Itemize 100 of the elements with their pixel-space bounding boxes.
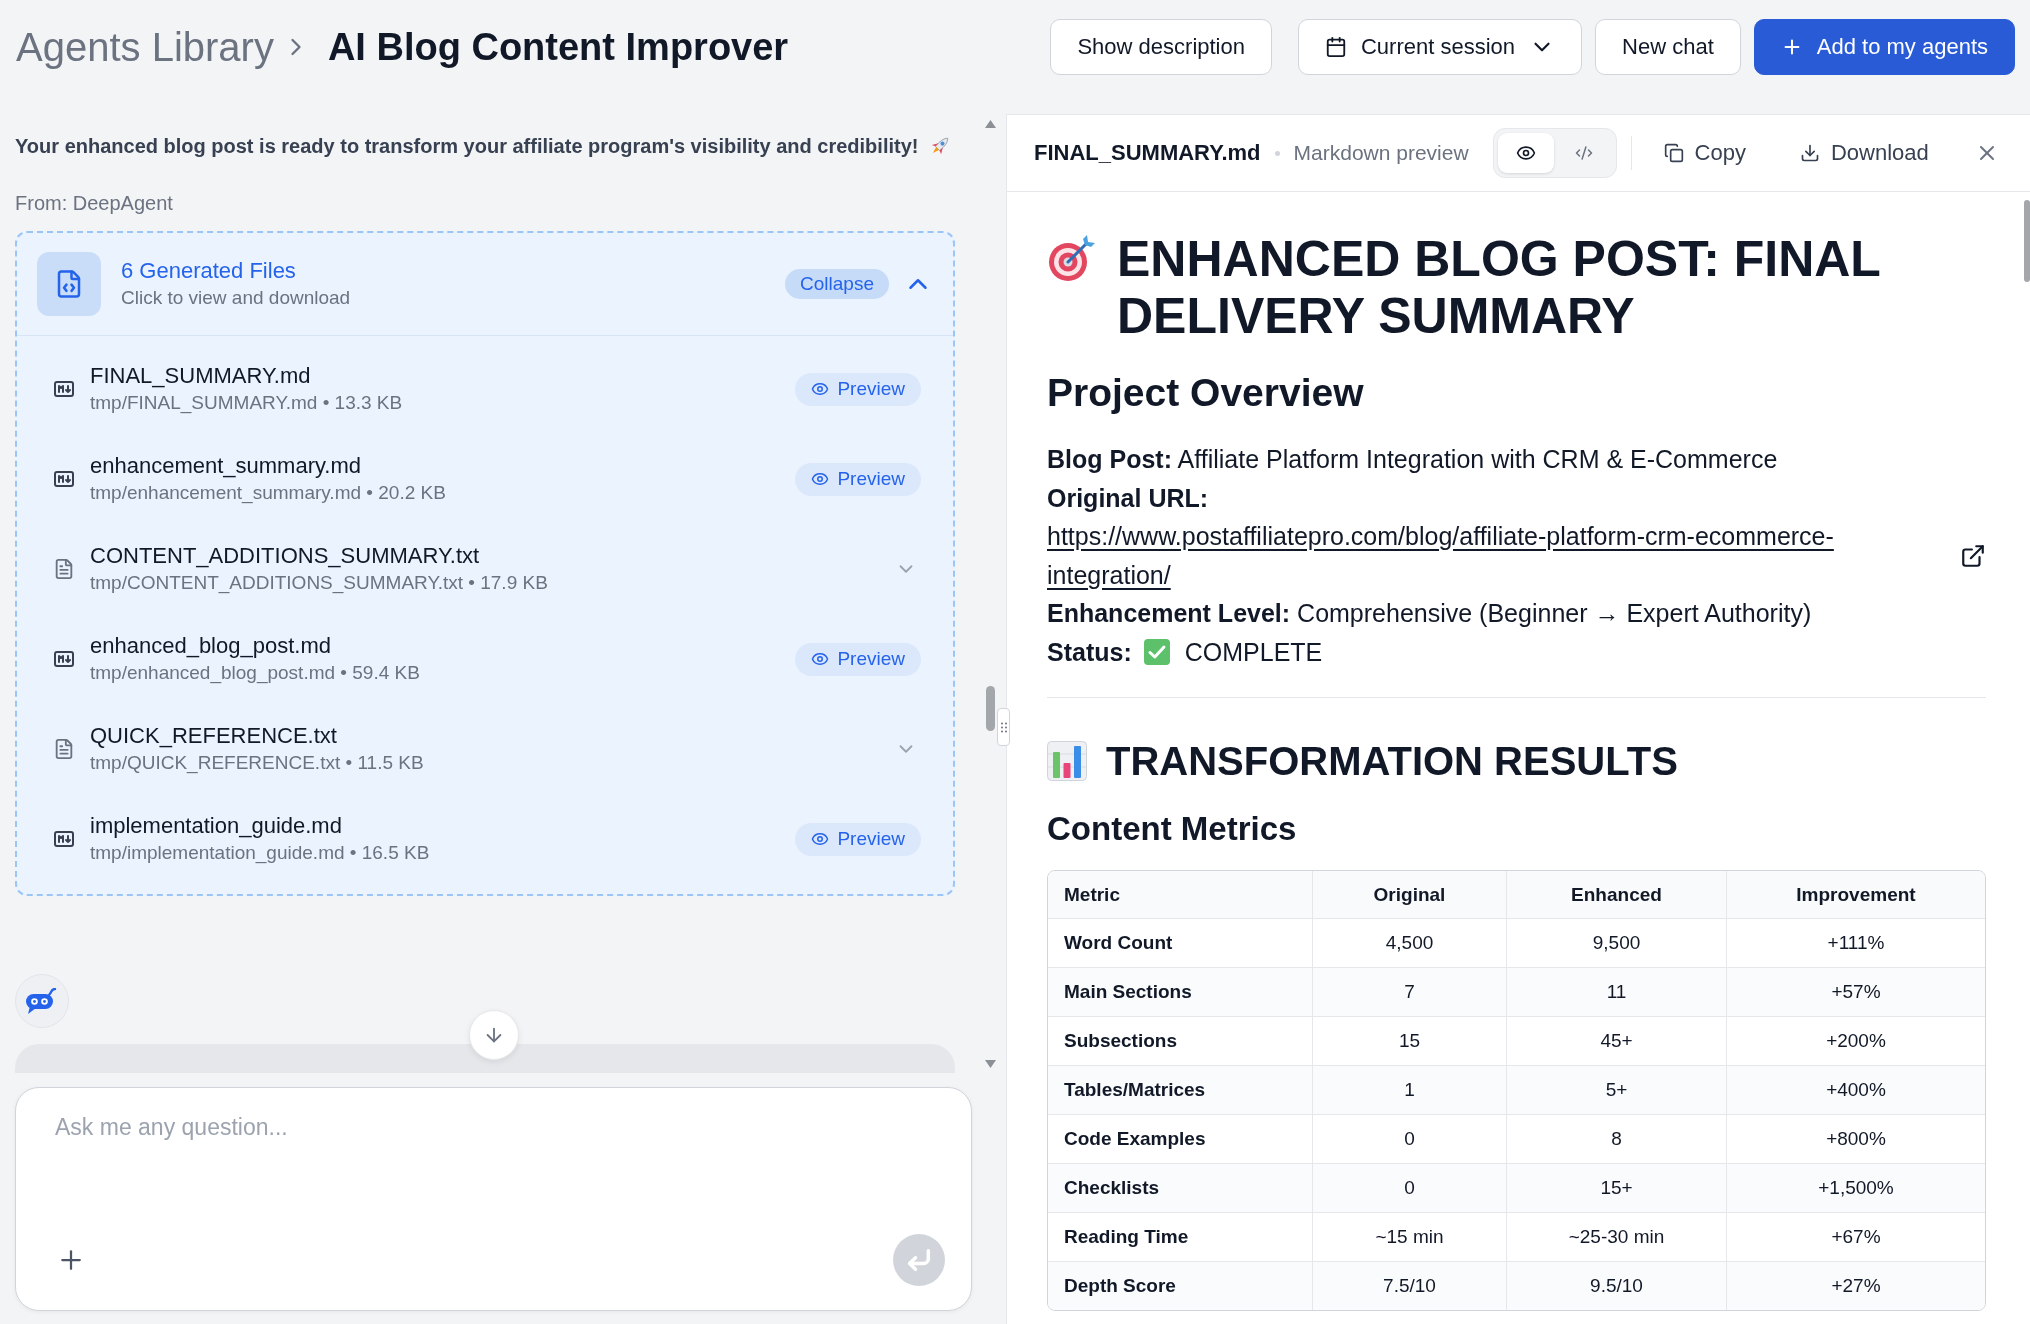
- document-icon: [53, 558, 75, 580]
- file-path: tmp/CONTENT_ADDITIONS_SUMMARY.txt • 17.9 KB: [90, 571, 548, 596]
- download-button[interactable]: Download: [1789, 131, 1939, 175]
- page-title: AI Blog Content Improver: [327, 25, 789, 69]
- preview-button[interactable]: Preview: [795, 462, 921, 496]
- table-cell: +67%: [1726, 1212, 1985, 1261]
- column-header: Enhanced: [1506, 871, 1726, 918]
- table-cell: Tables/Matrices: [1048, 1065, 1312, 1114]
- table-cell: 0: [1312, 1114, 1506, 1163]
- table-cell: 4,500: [1312, 918, 1506, 967]
- table-cell: 8: [1506, 1114, 1726, 1163]
- file-path: tmp/QUICK_REFERENCE.txt • 11.5 KB: [90, 751, 424, 776]
- file-path: tmp/enhanced_blog_post.md • 59.4 KB: [90, 661, 420, 686]
- table-cell: +800%: [1726, 1114, 1985, 1163]
- preview-mode-label: Markdown preview: [1293, 141, 1469, 165]
- eye-icon: [1515, 143, 1536, 163]
- table-cell: 15+: [1506, 1163, 1726, 1212]
- scroll-down-arrow-icon[interactable]: [985, 1060, 996, 1068]
- grip-icon: [1000, 721, 1007, 733]
- eye-icon: [811, 470, 830, 488]
- field-text: Blog Post: Affiliate Platform Integration with CRM & E-Commerce: [1047, 444, 1778, 475]
- message-input-field[interactable]: Ask me any question...: [55, 1111, 945, 1234]
- chat-bot-icon: [15, 974, 69, 1028]
- sender-label: From: DeepAgent: [15, 191, 173, 216]
- files-card-title: 6 Generated Files: [121, 257, 296, 285]
- file-path: tmp/FINAL_SUMMARY.md • 13.3 KB: [90, 391, 403, 416]
- scroll-down-button[interactable]: [469, 1010, 519, 1060]
- table-cell: +1,500%: [1726, 1163, 1985, 1212]
- chat-composer[interactable]: Ask me any question...: [15, 1087, 972, 1311]
- table-cell: ~15 min: [1312, 1212, 1506, 1261]
- table-cell: 1: [1312, 1065, 1506, 1114]
- eye-icon: [811, 650, 830, 668]
- table-cell: 45+: [1506, 1016, 1726, 1065]
- file-path: tmp/implementation_guide.md • 16.5 KB: [90, 841, 430, 866]
- table-cell: +111%: [1726, 918, 1985, 967]
- table-cell: 9,500: [1506, 918, 1726, 967]
- file-name: CONTENT_ADDITIONS_SUMMARY.txt: [90, 542, 480, 570]
- document-title: ENHANCED BLOG POST: FINAL DELIVERY SUMMARY: [1117, 231, 1881, 345]
- file-name: implementation_guide.md: [90, 812, 342, 840]
- file-name: enhancement_summary.md: [90, 452, 362, 480]
- scroll-up-arrow-icon[interactable]: [985, 120, 996, 128]
- url-link[interactable]: https://www.postaffiliatepro.com/blog/affiliate-platform-crm-ecommerce-integration/: [1047, 517, 1948, 594]
- collapse-button[interactable]: Collapse: [785, 269, 889, 299]
- session-dropdown[interactable]: Current session: [1298, 19, 1583, 75]
- status-value: COMPLETE: [1184, 636, 1323, 668]
- column-header: Original: [1312, 871, 1506, 918]
- eye-icon: [811, 830, 830, 848]
- add-agent-button[interactable]: Add to my agents: [1753, 19, 2015, 75]
- field-label: Status:: [1047, 636, 1132, 668]
- preview-button[interactable]: Preview: [795, 822, 921, 856]
- external-link-icon[interactable]: [1960, 542, 1986, 569]
- copy-button[interactable]: Copy: [1653, 131, 1756, 175]
- file-name: enhanced_blog_post.md: [90, 632, 331, 660]
- header-button[interactable]: New chat: [1595, 19, 1741, 75]
- download-icon: [1799, 143, 1820, 163]
- table-cell: +400%: [1726, 1065, 1985, 1114]
- separator-dot-icon: [1274, 150, 1280, 156]
- resize-handle[interactable]: [997, 708, 1010, 746]
- preview-view-tab[interactable]: [1497, 133, 1554, 173]
- table-cell: ~25-30 min: [1506, 1212, 1726, 1261]
- table-cell: 11: [1506, 967, 1726, 1016]
- copy-icon: [1663, 143, 1684, 163]
- file-name: FINAL_SUMMARY.md: [90, 362, 311, 390]
- message-text: Your enhanced blog post is ready to transform your affiliate program's visibility and credibility!: [15, 134, 919, 159]
- table-cell: Checklists: [1048, 1163, 1312, 1212]
- file-path: tmp/enhancement_summary.md • 20.2 KB: [90, 481, 446, 506]
- document-icon: [53, 738, 75, 760]
- target-icon: [1047, 235, 1095, 283]
- section-heading: TRANSFORMATION RESULTS: [1106, 738, 1678, 785]
- table-cell: 7: [1312, 967, 1506, 1016]
- table-cell: 7.5/10: [1312, 1261, 1506, 1310]
- table-cell: 15: [1312, 1016, 1506, 1065]
- table-cell: +27%: [1726, 1261, 1985, 1310]
- calendar-icon: [1325, 36, 1347, 58]
- scrollbar-thumb[interactable]: [2024, 200, 2030, 282]
- table-cell: Depth Score: [1048, 1261, 1312, 1310]
- bar-chart-icon: [1047, 741, 1087, 781]
- check-icon: [1143, 638, 1170, 665]
- column-header: Improvement: [1726, 871, 1985, 918]
- breadcrumb-link[interactable]: Agents Library: [16, 24, 274, 70]
- table-cell: +200%: [1726, 1016, 1985, 1065]
- preview-button[interactable]: Preview: [795, 372, 921, 406]
- send-button[interactable]: [893, 1234, 945, 1286]
- subsection-heading: Content Metrics: [1047, 809, 1297, 849]
- scrollbar-thumb[interactable]: [986, 686, 995, 731]
- eye-icon: [811, 380, 830, 398]
- preview-button[interactable]: Preview: [795, 642, 921, 676]
- field-label: Original URL:: [1047, 482, 1209, 514]
- file-code-icon: [37, 252, 101, 316]
- column-header: Metric: [1048, 871, 1312, 918]
- table-cell: 0: [1312, 1163, 1506, 1212]
- table-cell: Main Sections: [1048, 967, 1312, 1016]
- table-cell: 5+: [1506, 1065, 1726, 1114]
- table-cell: 9.5/10: [1506, 1261, 1726, 1310]
- header-button[interactable]: Show description: [1050, 19, 1272, 75]
- code-icon: [1574, 144, 1593, 162]
- field-text: Enhancement Level: Comprehensive (Beginner → Expert Authority): [1047, 598, 1812, 629]
- file-name: QUICK_REFERENCE.txt: [90, 722, 337, 750]
- return-arrow-icon: [905, 1246, 933, 1274]
- preview-file-name: FINAL_SUMMARY.md: [1034, 140, 1261, 166]
